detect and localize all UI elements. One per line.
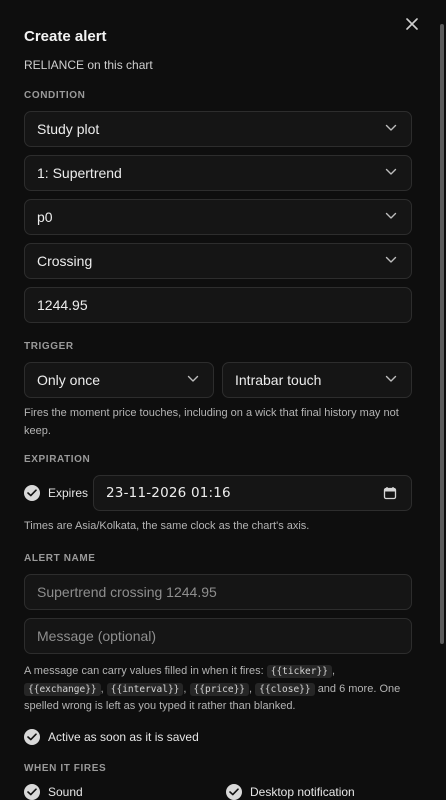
condition-plot-select[interactable]: p0 [24, 199, 412, 235]
active-on-save-checkbox[interactable]: Active as soon as it is saved [24, 729, 199, 745]
expires-label: Expires [48, 486, 89, 500]
condition-plot-value: p0 [37, 209, 53, 225]
chevron-down-icon [385, 124, 397, 131]
chevron-down-icon [385, 168, 397, 175]
check-icon [24, 729, 40, 745]
desktop-notification-label: Desktop notification [250, 785, 355, 799]
trigger-label: TRIGGER [24, 341, 74, 352]
condition-study-select[interactable]: 1: Supertrend [24, 155, 412, 191]
trigger-mode-select[interactable]: Intrabar touch [222, 362, 412, 398]
expires-checkbox[interactable]: Expires [24, 485, 88, 501]
chevron-down-icon [187, 375, 199, 382]
alert-name-label: ALERT NAME [24, 553, 96, 564]
token-ticker: {{ticker}} [266, 665, 332, 678]
expiration-help-text: Times are Asia/Kolkata, the same clock a… [24, 520, 310, 532]
token-interval: {{interval}} [106, 682, 184, 696]
check-icon [226, 784, 242, 800]
token-close: {{close}} [255, 682, 315, 696]
calendar-icon[interactable] [383, 486, 397, 500]
token-price: {{price}} [189, 682, 250, 696]
alert-message-placeholder: Message (optional) [37, 628, 157, 644]
message-help-text: A message can carry values filled in whe… [24, 665, 401, 712]
trigger-help-text: Fires the moment price touches, includin… [24, 407, 399, 437]
alert-message-input[interactable]: Message (optional) [24, 618, 412, 654]
close-icon [406, 18, 418, 30]
chevron-down-icon [385, 256, 397, 263]
create-alert-dialog: Create alert RELIANCE on this chart COND… [0, 0, 446, 800]
check-icon [24, 485, 40, 501]
when-fires-label: WHEN IT FIRES [24, 763, 107, 774]
active-on-save-label: Active as soon as it is saved [48, 730, 199, 744]
expiration-label: EXPIRATION [24, 454, 91, 465]
condition-study-value: 1: Supertrend [37, 165, 122, 181]
trigger-mode-value: Intrabar touch [235, 372, 322, 388]
condition-source-select[interactable]: Study plot [24, 111, 412, 147]
desktop-notification-checkbox[interactable]: Desktop notification [226, 784, 355, 800]
trigger-frequency-select[interactable]: Only once [24, 362, 214, 398]
close-button[interactable] [402, 14, 422, 34]
trigger-frequency-value: Only once [37, 372, 101, 388]
condition-operator-value: Crossing [37, 253, 93, 269]
alert-name-placeholder: Supertrend crossing 1244.95 [37, 584, 217, 600]
check-icon [24, 784, 40, 800]
dialog-subtitle: RELIANCE on this chart [24, 58, 153, 72]
scrollbar[interactable] [440, 24, 444, 644]
condition-label: CONDITION [24, 90, 86, 101]
expiration-datetime-value: 23-11-2026 01:16 [106, 485, 231, 501]
dialog-title: Create alert [24, 28, 107, 45]
sound-label: Sound [48, 785, 83, 799]
condition-source-value: Study plot [37, 121, 100, 137]
condition-operator-select[interactable]: Crossing [24, 243, 412, 279]
condition-value-text: 1244.95 [37, 297, 88, 313]
alert-name-input[interactable]: Supertrend crossing 1244.95 [24, 574, 412, 610]
chevron-down-icon [385, 212, 397, 219]
message-help-prefix: A message can carry values filled in whe… [24, 665, 264, 677]
expiration-datetime-input[interactable]: 23-11-2026 01:16 [93, 475, 412, 511]
condition-value-input[interactable]: 1244.95 [24, 287, 412, 323]
chevron-down-icon [385, 375, 397, 382]
token-exchange: {{exchange}} [24, 682, 101, 696]
sound-checkbox[interactable]: Sound [24, 784, 83, 800]
